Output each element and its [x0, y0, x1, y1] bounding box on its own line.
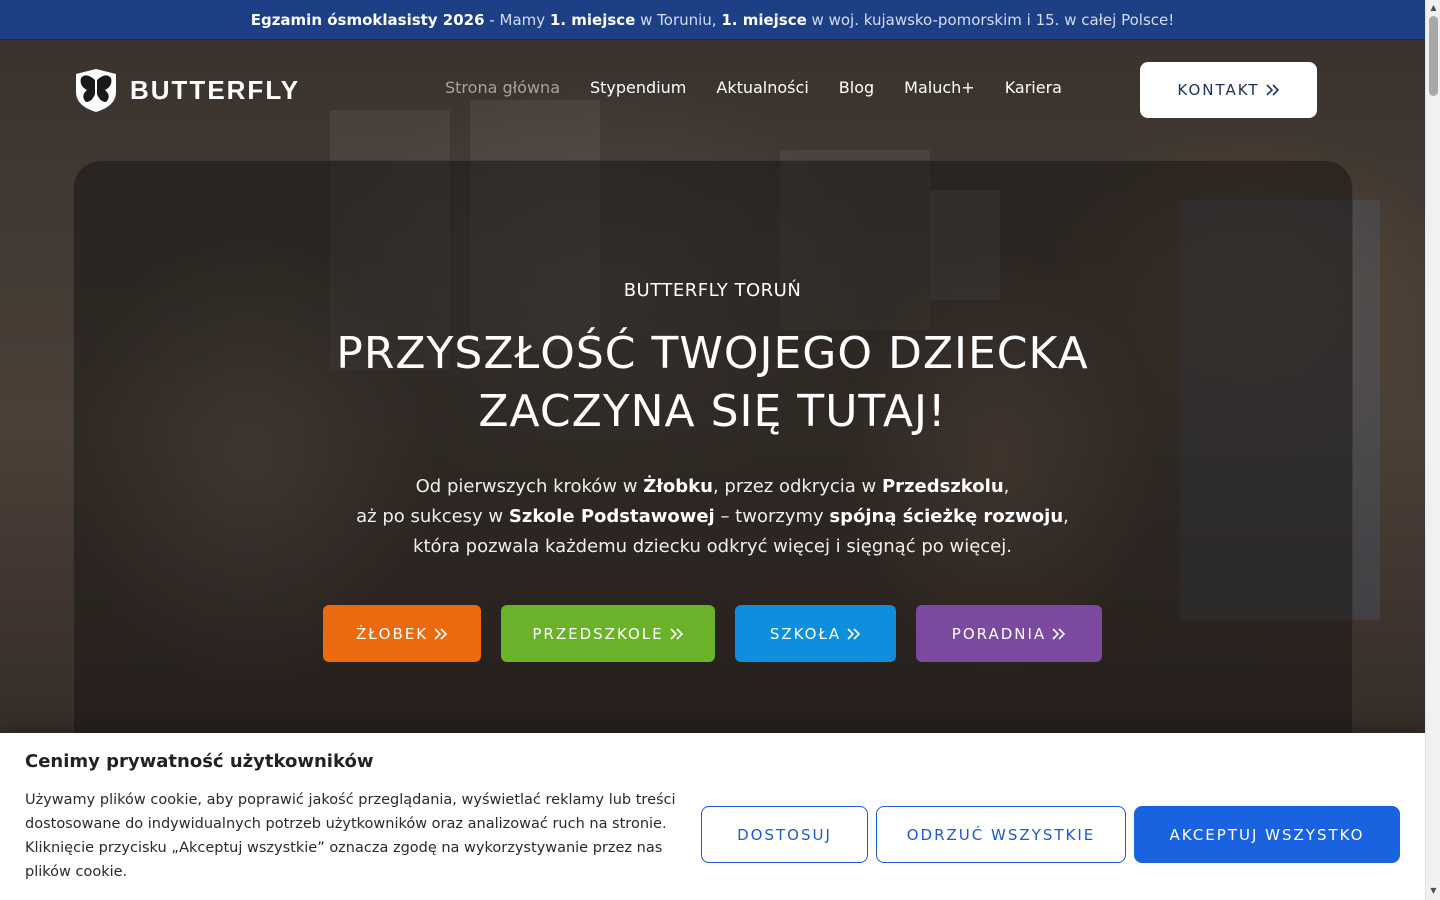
announcement-bar[interactable]: Egzamin ósmoklasisty 2026 - Mamy 1. miej… [0, 0, 1425, 40]
kindergarten-button[interactable]: PRZEDSZKOLE [501, 605, 715, 662]
nav-home[interactable]: Strona główna [445, 78, 560, 97]
lead-development-path: spójną ścieżkę rozwoju [829, 506, 1064, 527]
nav-blog[interactable]: Blog [839, 78, 874, 97]
school-button[interactable]: SZKOŁA [735, 605, 896, 662]
hero-eyebrow: BUTTERFLY TORUŃ [623, 280, 802, 301]
double-chevron-right-icon [670, 627, 683, 640]
hero-lead: Od pierwszych kroków w Żłobku, przez odk… [0, 472, 1425, 562]
lead-kindergarten: Przedszkolu [881, 476, 1004, 497]
nav-scholarship[interactable]: Stypendium [590, 78, 686, 97]
hero-headline-line2: ZACZYNA SIĘ TUTAJ! [478, 386, 947, 437]
nav-maluch-plus[interactable]: Maluch+ [904, 78, 975, 97]
cookie-reject-all-button[interactable]: ODRZUĆ WSZYSTKIE [876, 806, 1126, 863]
logo-text: BUTTERFLY [130, 74, 301, 105]
cookie-description: Używamy plików cookie, aby poprawić jako… [25, 792, 676, 880]
double-chevron-right-icon [1052, 627, 1066, 640]
counseling-button[interactable]: PORADNIA [916, 605, 1102, 662]
counseling-button-label: PORADNIA [951, 624, 1047, 643]
cookie-consent-banner: Cenimy prywatność użytkowników Używamy p… [0, 733, 1425, 900]
contact-button-label: KONTAKT [1177, 81, 1260, 99]
announcement-rank: 1. miejsce [721, 10, 807, 29]
lead-text: Od pierwszych kroków w [415, 476, 644, 497]
cookie-customize-button[interactable]: DOSTOSUJ [701, 806, 868, 863]
nursery-button-label: ŻŁOBEK [355, 624, 429, 643]
announcement-text: w woj. kujawsko-pomorskim i 15. w całej … [806, 10, 1175, 29]
butterfly-logo-icon [76, 69, 116, 112]
scrollbar-thumb[interactable] [1429, 16, 1438, 96]
cookie-accept-all-button[interactable]: AKCEPTUJ WSZYSTKO [1134, 806, 1400, 863]
school-button-label: SZKOŁA [769, 624, 842, 643]
site-logo[interactable]: BUTTERFLY [72, 66, 300, 114]
main-navigation: Strona główna Stypendium Aktualności Blo… [445, 78, 1062, 97]
lead-text: która pozwala każdemu dziecku odkryć wię… [413, 536, 1012, 557]
lead-primary-school: Szkole Podstawowej [508, 506, 715, 527]
lead-text: – tworzymy [714, 506, 830, 527]
lead-nursery: Żłobku [643, 476, 713, 497]
nav-career[interactable]: Kariera [1005, 78, 1062, 97]
hero-cta-row: ŻŁOBEK PRZEDSZKOLE SZKOŁA PORADNIA [0, 605, 1425, 662]
hero-headline-line1: PRZYSZŁOŚĆ TWOJEGO DZIECKA [336, 328, 1089, 379]
nursery-button[interactable]: ŻŁOBEK [323, 605, 481, 662]
scroll-down-arrow-icon[interactable]: ▼ [1429, 886, 1438, 895]
cookie-title: Cenimy prywatność użytkowników [25, 751, 374, 772]
announcement-text: - Mamy [484, 10, 550, 29]
announcement-rank: 1. miejsce [549, 10, 636, 29]
double-chevron-right-icon [847, 627, 861, 640]
lead-text: aż po sukcesy w [356, 506, 509, 527]
announcement-text: w Toruniu, [635, 10, 722, 29]
scroll-up-arrow-icon[interactable]: ▲ [1429, 3, 1438, 12]
contact-button[interactable]: KONTAKT [1140, 62, 1317, 118]
nav-news[interactable]: Aktualności [716, 78, 808, 97]
double-chevron-right-icon [434, 627, 448, 640]
announcement-highlight: Egzamin ósmoklasisty 2026 [250, 10, 485, 29]
lead-text: , [1003, 476, 1010, 497]
double-chevron-right-icon [1265, 84, 1279, 96]
hero-headline: PRZYSZŁOŚĆ TWOJEGO DZIECKA ZACZYNA SIĘ T… [0, 325, 1425, 441]
lead-text: , przez odkrycia w [712, 476, 882, 497]
page-scrollbar[interactable]: ▲ ▼ [1425, 0, 1440, 900]
kindergarten-button-label: PRZEDSZKOLE [532, 624, 664, 643]
lead-text: , [1063, 506, 1069, 527]
